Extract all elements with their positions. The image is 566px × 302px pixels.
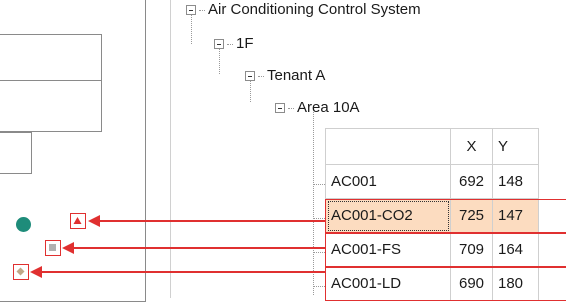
callout-arrows (30, 215, 325, 278)
